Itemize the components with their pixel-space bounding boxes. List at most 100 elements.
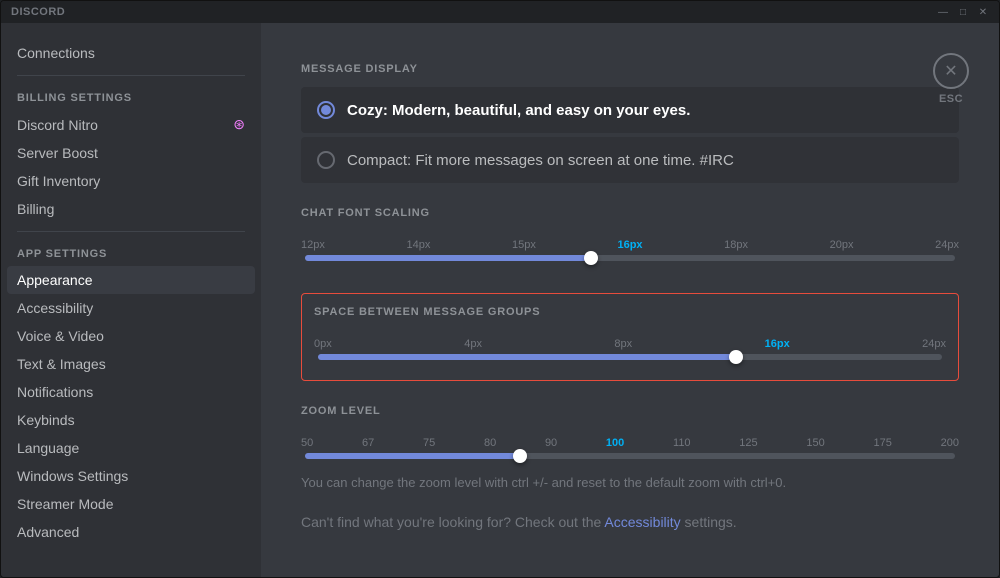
zoom-note: You can change the zoom level with ctrl … <box>301 475 959 490</box>
zoom-tick-67: 67 <box>362 437 374 449</box>
tick-15px: 15px <box>512 239 536 251</box>
accessibility-note-prefix: Can't find what you're looking for? Chec… <box>301 514 604 530</box>
space-slider-container: 0px 4px 8px 16px 24px <box>314 330 946 368</box>
sidebar: Connections BILLING SETTINGS Discord Nit… <box>1 23 261 577</box>
chat-font-scaling-section: CHAT FONT SCALING 12px 14px 15px 16px 18… <box>301 207 959 269</box>
server-boost-label: Server Boost <box>17 145 98 161</box>
radio-cozy-label: Cozy: Modern, beautiful, and easy on you… <box>347 102 690 119</box>
chat-font-slider-container: 12px 14px 15px 16px 18px 20px 24px <box>301 231 959 269</box>
space-tick-0px: 0px <box>314 338 332 350</box>
zoom-tick-100: 100 <box>606 437 624 449</box>
space-track[interactable] <box>318 354 942 360</box>
radio-compact-circle <box>317 151 335 169</box>
sidebar-item-gift-inventory[interactable]: Gift Inventory <box>7 167 255 195</box>
space-fill <box>318 354 736 360</box>
sidebar-divider-app <box>17 231 245 232</box>
minimize-button[interactable]: — <box>937 6 949 18</box>
zoom-track[interactable] <box>305 453 955 459</box>
radio-compact-label: Compact: Fit more messages on screen at … <box>347 152 734 169</box>
notifications-label: Notifications <box>17 384 93 400</box>
voice-video-label: Voice & Video <box>17 328 104 344</box>
sidebar-item-appearance[interactable]: Appearance <box>7 266 255 294</box>
chat-font-thumb[interactable] <box>584 251 598 265</box>
zoom-tick-110: 110 <box>673 437 691 449</box>
appearance-label: Appearance <box>17 272 93 288</box>
accessibility-note-suffix: settings. <box>681 514 737 530</box>
tick-24px: 24px <box>935 239 959 251</box>
sidebar-item-text-images[interactable]: Text & Images <box>7 350 255 378</box>
space-between-messages-section: SPACE BETWEEN MESSAGE GROUPS 0px 4px 8px… <box>301 293 959 381</box>
space-thumb[interactable] <box>729 350 743 364</box>
sidebar-item-advanced[interactable]: Advanced <box>7 518 255 546</box>
discord-nitro-label: Discord Nitro <box>17 117 98 133</box>
sidebar-item-streamer-mode[interactable]: Streamer Mode <box>7 490 255 518</box>
zoom-tick-125: 125 <box>739 437 757 449</box>
sidebar-item-accessibility[interactable]: Accessibility <box>7 294 255 322</box>
sidebar-item-language[interactable]: Language <box>7 434 255 462</box>
zoom-tick-175: 175 <box>873 437 891 449</box>
titlebar: DISCORD — □ ✕ <box>1 1 999 23</box>
window-controls: — □ ✕ <box>937 6 989 18</box>
message-display-section: MESSAGE DISPLAY Cozy: Modern, beautiful,… <box>301 63 959 183</box>
space-between-messages-title: SPACE BETWEEN MESSAGE GROUPS <box>314 306 946 318</box>
esc-button[interactable]: ✕ ESC <box>933 53 969 105</box>
maximize-button[interactable]: □ <box>957 6 969 18</box>
space-tick-4px: 4px <box>464 338 482 350</box>
zoom-ticks: 50 67 75 80 90 100 110 125 150 175 200 <box>301 437 959 449</box>
sidebar-item-server-boost[interactable]: Server Boost <box>7 139 255 167</box>
radio-cozy-circle <box>317 101 335 119</box>
sidebar-item-notifications[interactable]: Notifications <box>7 378 255 406</box>
tick-20px: 20px <box>830 239 854 251</box>
zoom-level-title: ZOOM LEVEL <box>301 405 959 417</box>
streamer-mode-label: Streamer Mode <box>17 496 113 512</box>
sidebar-item-keybinds[interactable]: Keybinds <box>7 406 255 434</box>
zoom-tick-200: 200 <box>941 437 959 449</box>
app-section-label: APP SETTINGS <box>7 244 255 264</box>
space-ticks: 0px 4px 8px 16px 24px <box>314 338 946 350</box>
space-tick-8px: 8px <box>614 338 632 350</box>
chat-font-fill <box>305 255 591 261</box>
zoom-tick-75: 75 <box>423 437 435 449</box>
chat-font-ticks: 12px 14px 15px 16px 18px 20px 24px <box>301 239 959 251</box>
main-content: ✕ ESC MESSAGE DISPLAY Cozy: Modern, beau… <box>261 23 999 577</box>
accessibility-link[interactable]: Accessibility <box>604 514 680 530</box>
sidebar-item-discord-nitro[interactable]: Discord Nitro ⊛ <box>7 110 255 139</box>
zoom-thumb[interactable] <box>513 449 527 463</box>
billing-section-label: BILLING SETTINGS <box>7 88 255 108</box>
chat-font-track[interactable] <box>305 255 955 261</box>
space-tick-16px: 16px <box>765 338 790 350</box>
space-tick-24px: 24px <box>922 338 946 350</box>
zoom-tick-80: 80 <box>484 437 496 449</box>
zoom-slider-container: 50 67 75 80 90 100 110 125 150 175 200 <box>301 429 959 467</box>
sidebar-item-connections[interactable]: Connections <box>7 39 255 67</box>
sidebar-item-windows-settings[interactable]: Windows Settings <box>7 462 255 490</box>
nitro-icon: ⊛ <box>233 116 245 133</box>
gift-inventory-label: Gift Inventory <box>17 173 100 189</box>
sidebar-item-voice-video[interactable]: Voice & Video <box>7 322 255 350</box>
chat-font-scaling-title: CHAT FONT SCALING <box>301 207 959 219</box>
tick-14px: 14px <box>406 239 430 251</box>
language-label: Language <box>17 440 79 456</box>
keybinds-label: Keybinds <box>17 412 75 428</box>
app-title: DISCORD <box>11 6 65 18</box>
zoom-tick-90: 90 <box>545 437 557 449</box>
windows-settings-label: Windows Settings <box>17 468 128 484</box>
message-display-title: MESSAGE DISPLAY <box>301 63 959 75</box>
tick-12px: 12px <box>301 239 325 251</box>
connections-label: Connections <box>17 45 95 61</box>
accessibility-label: Accessibility <box>17 300 93 316</box>
zoom-fill <box>305 453 520 459</box>
app-window: DISCORD — □ ✕ Connections BILLING SETTIN… <box>0 0 1000 578</box>
sidebar-item-billing[interactable]: Billing <box>7 195 255 223</box>
radio-compact[interactable]: Compact: Fit more messages on screen at … <box>301 137 959 183</box>
tick-16px: 16px <box>617 239 642 251</box>
sidebar-divider-billing <box>17 75 245 76</box>
zoom-tick-150: 150 <box>806 437 824 449</box>
esc-x-icon: ✕ <box>944 61 957 81</box>
radio-cozy[interactable]: Cozy: Modern, beautiful, and easy on you… <box>301 87 959 133</box>
accessibility-note: Can't find what you're looking for? Chec… <box>301 514 959 530</box>
main-layout: Connections BILLING SETTINGS Discord Nit… <box>1 23 999 577</box>
esc-circle[interactable]: ✕ <box>933 53 969 89</box>
text-images-label: Text & Images <box>17 356 106 372</box>
close-button[interactable]: ✕ <box>977 6 989 18</box>
